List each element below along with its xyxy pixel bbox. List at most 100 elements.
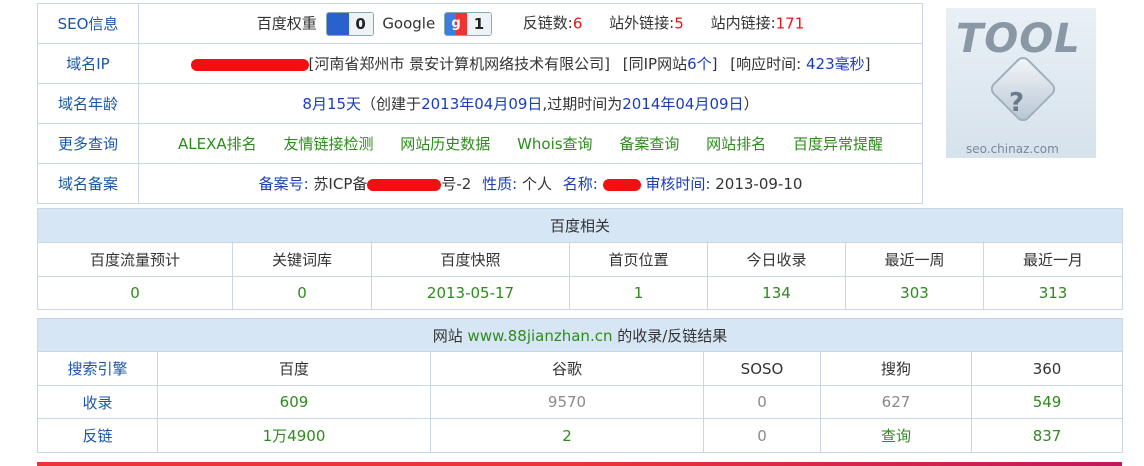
friend-link-check-link[interactable]: 友情链接检测 bbox=[283, 135, 373, 153]
icp-number-suffix: 号-2 bbox=[441, 175, 472, 193]
site-rank-link[interactable]: 网站排名 bbox=[706, 135, 766, 153]
same-ip-count-link[interactable]: 6个 bbox=[687, 55, 712, 73]
expire-prefix: ,过期时间为 bbox=[542, 95, 623, 113]
site-history-link[interactable]: 网站历史数据 bbox=[400, 135, 490, 153]
sogou-backlink-query-link[interactable]: 查询 bbox=[881, 427, 911, 445]
audit-time-label: 审核时间: bbox=[645, 175, 711, 193]
expire-date: 2014年04月09日 bbox=[622, 95, 744, 113]
baidu-traffic-value: 0 bbox=[37, 276, 233, 310]
icp-number-label: 备案号: bbox=[258, 175, 309, 193]
more-query-cell: ALEXA排名 友情链接检测 网站历史数据 Whois查询 备案查询 网站排名 … bbox=[138, 123, 923, 164]
external-links-label: 站外链接: bbox=[609, 14, 675, 32]
baidu-header-row: 百度流量预计 关键词库 百度快照 首页位置 今日收录 最近一周 最近一月 bbox=[37, 242, 1124, 277]
chinaz-tool-logo[interactable]: TOOL ? seo.chinaz.com bbox=[946, 8, 1096, 158]
sogou-indexed-link[interactable]: 627 bbox=[882, 393, 911, 411]
google-indexed-link[interactable]: 9570 bbox=[548, 393, 586, 411]
baidu-header-cell: 百度流量预计 bbox=[37, 242, 233, 277]
360-indexed-link[interactable]: 549 bbox=[1033, 393, 1062, 411]
age-suffix: ） bbox=[743, 95, 759, 113]
baidu-snapshot-value: 2013-05-17 bbox=[371, 276, 570, 310]
domain-age-value: 8月15天 bbox=[302, 95, 362, 113]
domain-ip-cell: [河南省郑州市 景安计算机网络技术有限公司] [同IP网站6个] [响应时间: … bbox=[138, 43, 923, 84]
engine-header-google: 谷歌 bbox=[430, 351, 704, 386]
redacted-icp-number bbox=[367, 178, 442, 191]
keyword-lib-value: 0 bbox=[232, 276, 372, 310]
same-ip-prefix: [同IP网站 bbox=[622, 55, 688, 73]
baidu-alert-link[interactable]: 百度异常提醒 bbox=[793, 135, 883, 153]
index-header-row: 搜索引擎 百度 谷歌 SOSO 搜狗 360 bbox=[37, 351, 1124, 386]
index-title-suffix: 的收录/反链结果 bbox=[617, 326, 728, 345]
site-domain-link[interactable]: www.88jianzhan.cn bbox=[468, 327, 613, 345]
seo-info-row: SEO信息 百度权重 🐾 0 Google g1 反链数:6 站外链接:5 站内链… bbox=[37, 3, 923, 44]
index-title-prefix: 网站 bbox=[432, 326, 463, 345]
response-time-value: 423毫秒 bbox=[805, 55, 865, 73]
icp-row: 域名备案 备案号: 苏ICP备 号-2 性质: 个人 名称: 审核时间: 2013… bbox=[37, 163, 923, 204]
nature-label: 性质: bbox=[482, 175, 518, 193]
ip-location: [河南省郑州市 景安计算机网络技术有限公司] bbox=[308, 55, 610, 73]
index-title-row: 网站 www.88jianzhan.cn 的收录/反链结果 bbox=[36, 318, 1124, 352]
engine-header-sogou: 搜狗 bbox=[820, 351, 972, 386]
external-links-link[interactable]: 5 bbox=[674, 14, 684, 32]
response-time-suffix: ] bbox=[864, 55, 871, 73]
backlink-row: 反链 1万4900 2 0 查询 837 bbox=[37, 418, 1124, 453]
soso-indexed-value: 0 bbox=[757, 393, 767, 411]
domain-age-label: 域名年龄 bbox=[37, 83, 139, 124]
baidu-related-table: 百度相关 百度流量预计 关键词库 百度快照 首页位置 今日收录 最近一周 最近一… bbox=[36, 208, 1124, 310]
nature-value: 个人 bbox=[521, 175, 552, 193]
question-mark-icon: ? bbox=[1009, 88, 1025, 118]
baidu-backlink-link[interactable]: 1万4900 bbox=[263, 427, 326, 445]
soso-backlink-value: 0 bbox=[757, 426, 767, 445]
internal-links-label: 站内链接: bbox=[710, 14, 776, 32]
engine-header-soso: SOSO bbox=[703, 351, 821, 386]
baidu-header-cell: 最近一周 bbox=[845, 242, 984, 277]
whois-query-link[interactable]: Whois查询 bbox=[517, 135, 593, 153]
baidu-title-row: 百度相关 bbox=[36, 208, 1124, 243]
today-indexed-value: 134 bbox=[707, 276, 846, 310]
engine-header-360: 360 bbox=[970, 351, 1124, 386]
audit-time-value: 2013-09-10 bbox=[715, 175, 803, 193]
icp-number-prefix: 苏ICP备 bbox=[313, 175, 368, 193]
indexed-label: 收录 bbox=[37, 385, 158, 419]
icp-label: 域名备案 bbox=[37, 163, 139, 204]
response-time-prefix: [响应时间: bbox=[730, 55, 802, 73]
last-week-value: 303 bbox=[845, 276, 984, 310]
baidu-value-row: 0 0 2013-05-17 1 134 303 313 bbox=[37, 276, 1124, 310]
owner-name-label: 名称: bbox=[562, 175, 598, 193]
baidu-header-cell: 关键词库 bbox=[232, 242, 372, 277]
backlinks-label: 反链数: bbox=[522, 14, 573, 32]
last-month-value: 313 bbox=[982, 276, 1124, 310]
same-ip-suffix: ] bbox=[711, 55, 718, 73]
index-backlink-table: 网站 www.88jianzhan.cn 的收录/反链结果 搜索引擎 百度 谷歌… bbox=[36, 318, 1124, 453]
baidu-weight-label: 百度权重 bbox=[256, 14, 317, 32]
google-backlink-link[interactable]: 2 bbox=[562, 427, 572, 445]
engine-header-baidu: 百度 bbox=[157, 351, 431, 386]
baidu-header-cell: 最近一月 bbox=[982, 242, 1124, 277]
seo-info-cell: 百度权重 🐾 0 Google g1 反链数:6 站外链接:5 站内链接:171 bbox=[138, 3, 923, 44]
backlink-label: 反链 bbox=[37, 418, 158, 453]
redacted-ip bbox=[190, 58, 309, 71]
search-engine-label: 搜索引擎 bbox=[37, 351, 158, 386]
home-position-value: 1 bbox=[569, 276, 708, 310]
google-icon: g bbox=[445, 12, 467, 35]
index-section-title: 网站 www.88jianzhan.cn 的收录/反链结果 bbox=[36, 318, 1124, 352]
next-section-top-edge bbox=[37, 462, 1122, 466]
icp-cell: 备案号: 苏ICP备 号-2 性质: 个人 名称: 审核时间: 2013-09-1… bbox=[138, 163, 923, 204]
indexed-row: 收录 609 9570 0 627 549 bbox=[37, 385, 1124, 419]
baidu-header-cell: 百度快照 bbox=[371, 242, 570, 277]
icp-query-link[interactable]: 备案查询 bbox=[619, 135, 679, 153]
google-pr-badge[interactable]: g1 bbox=[444, 11, 492, 36]
360-backlink-link[interactable]: 837 bbox=[1033, 427, 1062, 445]
domain-ip-label: 域名IP bbox=[37, 43, 139, 84]
baidu-header-cell: 首页位置 bbox=[569, 242, 708, 277]
google-pr-value: 1 bbox=[467, 12, 491, 35]
backlinks-link[interactable]: 6 bbox=[573, 14, 583, 32]
alexa-rank-link[interactable]: ALEXA排名 bbox=[178, 135, 257, 153]
baidu-indexed-link[interactable]: 609 bbox=[280, 393, 309, 411]
domain-age-row: 域名年龄 8月15天（创建于2013年04月09日,过期时间为2014年04月0… bbox=[37, 83, 923, 124]
domain-age-cell: 8月15天（创建于2013年04月09日,过期时间为2014年04月09日） bbox=[138, 83, 923, 124]
baidu-header-cell: 今日收录 bbox=[707, 242, 846, 277]
internal-links-link[interactable]: 171 bbox=[776, 14, 805, 32]
baidu-weight-badge[interactable]: 🐾 0 bbox=[325, 11, 374, 36]
more-query-label: 更多查询 bbox=[37, 123, 139, 164]
domain-ip-row: 域名IP [河南省郑州市 景安计算机网络技术有限公司] [同IP网站6个] [响… bbox=[37, 43, 923, 84]
